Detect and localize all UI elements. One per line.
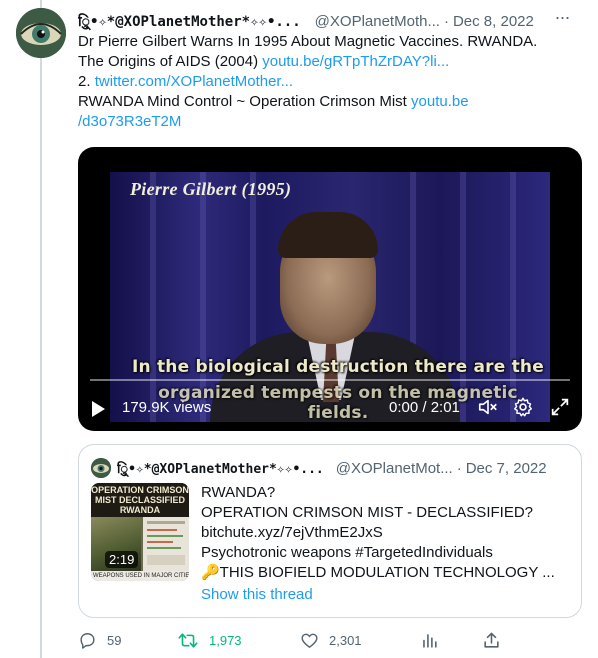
video-duration-badge: 2:19 — [105, 551, 139, 568]
share-button[interactable] — [482, 627, 511, 653]
reply-count: 59 — [107, 632, 122, 648]
share-upload-icon — [484, 632, 499, 648]
video-overlay-title: Pierre Gilbert (1995) — [130, 179, 292, 199]
quoted-video-thumbnail[interactable]: OPERATION CRIMSON MIST DECLASSIFIED RWAN… — [91, 483, 189, 581]
youtube-link-1[interactable]: youtu.be/gRTpThZrDAY?li... — [262, 53, 449, 70]
tweet-text: Dr Pierre Gilbert Warns In 1995 About Ma… — [78, 32, 582, 132]
youtube-link-2-continued[interactable]: /d3o73R3eT2M — [78, 113, 181, 130]
eye-icon — [91, 458, 111, 478]
thumbnail-banner-text: OPERATION CRIMSON MIST DECLASSIFIED RWAN… — [91, 483, 189, 517]
video-progress-bar[interactable] — [90, 379, 570, 381]
like-count: 2,301 — [329, 632, 362, 648]
show-this-thread-link[interactable]: Show this thread — [201, 586, 313, 603]
tweet[interactable]: ु्ि•✧*@XOPlanetMother*✧✧•... @XOPlanetMo… — [0, 0, 598, 658]
like-button[interactable]: 2,301 — [300, 627, 362, 653]
heart-icon — [301, 633, 318, 648]
quoted-text-line: OPERATION CRIMSON MIST - DECLASSIFIED? — [201, 504, 533, 521]
youtube-link-2[interactable]: youtu.be — [411, 93, 469, 110]
quoted-text-line: 🔑THIS BIOFIELD MODULATION TECHNOLOGY ... — [201, 564, 555, 581]
document-chart-graphic — [147, 521, 185, 565]
tweet-text-line-5: /d3o73R3eT2M — [78, 112, 582, 132]
video-player[interactable]: Pierre Gilbert (1995) In the biological … — [78, 147, 582, 431]
tweet-text-line-1: Dr Pierre Gilbert Warns In 1995 About Ma… — [78, 33, 538, 50]
retweet-count: 1,973 — [209, 632, 242, 648]
quoted-avatar — [91, 458, 111, 478]
quoted-user-handle: @XOPlanetMot... — [335, 459, 453, 477]
quoted-text-line: RWANDA? — [201, 484, 276, 501]
more-options-button[interactable]: ··· — [552, 8, 572, 32]
tweet-header: ु्ि•✧*@XOPlanetMother*✧✧•... @XOPlanetMo… — [78, 10, 582, 32]
thumbnail-footer-text: WEAPONS USED IN MAJOR CITIES TO INF — [91, 571, 189, 581]
tweet-text-line-4: RWANDA Mind Control ~ Operation Crimson … — [78, 92, 582, 112]
tweet-date[interactable]: Dec 8, 2022 — [453, 13, 534, 30]
tweet-actions: 59 1,973 2,301 — [78, 627, 578, 653]
retweet-button[interactable]: 1,973 — [177, 627, 242, 653]
tweet-text-segment: The Origins of AIDS (2004) — [78, 53, 263, 70]
analytics-button[interactable] — [420, 627, 449, 653]
reply-button[interactable]: 59 — [78, 627, 121, 653]
tweet-text-segment: RWANDA Mind Control ~ Operation Crimson … — [78, 93, 412, 110]
tweet-text-line-2: The Origins of AIDS (2004) youtu.be/gRTp… — [78, 52, 582, 72]
quoted-tweet-header: ु्ि•✧*@XOPlanetMother*✧✧•... @XOPlanetMo… — [91, 457, 547, 479]
retweet-icon — [178, 632, 198, 648]
twitter-link[interactable]: twitter.com/XOPlanetMother... — [95, 73, 293, 90]
settings-gear-icon[interactable] — [512, 396, 534, 418]
avatar[interactable] — [16, 8, 66, 58]
thumbnail-document-image — [143, 517, 189, 571]
speaker-hair — [278, 212, 378, 258]
quoted-text-line: bitchute.xyz/7ejVthmE2JxS — [201, 524, 383, 541]
quoted-display-name: ु्ि•✧*@XOPlanetMother*✧✧•... — [117, 462, 324, 477]
fullscreen-icon[interactable] — [549, 396, 571, 418]
reply-icon — [80, 632, 95, 649]
video-time: 0:00 / 2:01 — [389, 399, 460, 416]
quoted-text-line: Psychotronic weapons #TargetedIndividual… — [201, 544, 493, 561]
play-icon[interactable] — [92, 401, 105, 417]
eye-icon — [16, 8, 66, 58]
video-controls: 179.9K views 0:00 / 2:01 — [78, 393, 582, 423]
tweet-body: ु्ि•✧*@XOPlanetMother*✧✧•... @XOPlanetMo… — [78, 8, 582, 132]
display-name[interactable]: ु्ि•✧*@XOPlanetMother*✧✧•... — [78, 12, 301, 31]
quoted-tweet-date: Dec 7, 2022 — [465, 459, 547, 477]
tweet-text-segment: 2. — [78, 73, 95, 90]
analytics-bar-chart-icon — [423, 633, 437, 648]
separator-dot: · — [456, 459, 462, 477]
view-count: 179.9K views — [122, 399, 212, 416]
mute-icon[interactable] — [477, 396, 499, 418]
quoted-tweet-text: RWANDA? OPERATION CRIMSON MIST - DECLASS… — [201, 483, 573, 583]
video-caption-line-1: In the biological destruction there are … — [132, 357, 544, 377]
separator-dot: · — [443, 12, 449, 30]
user-handle[interactable]: @XOPlanetMoth... — [315, 13, 440, 30]
tweet-text-line-3: 2. twitter.com/XOPlanetMother... — [78, 72, 582, 92]
quoted-tweet[interactable]: ु्ि•✧*@XOPlanetMother*✧✧•... @XOPlanetMo… — [78, 444, 582, 618]
